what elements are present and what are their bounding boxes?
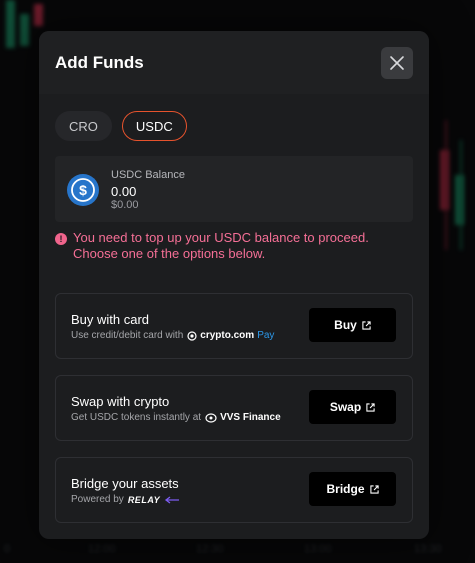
close-icon	[390, 56, 404, 70]
option-subtitle-text: Powered by	[71, 494, 124, 505]
warning-message: You need to top up your USDC balance to …	[73, 230, 369, 261]
add-funds-modal: Add Funds CRO USDC $ USDC Balance 0.00 $…	[39, 31, 429, 539]
swap-button[interactable]: Swap	[309, 390, 396, 424]
tab-usdc[interactable]: USDC	[121, 111, 187, 141]
brand-suffix: Pay	[257, 330, 275, 341]
modal-header: Add Funds	[39, 31, 429, 94]
option-swap-with-crypto: Swap with crypto Get USDC tokens instant…	[55, 375, 413, 441]
crypto-com-icon	[187, 330, 197, 341]
usdc-icon: $	[67, 174, 99, 206]
tab-cro[interactable]: CRO	[55, 111, 112, 141]
option-subtitle: Get USDC tokens instantly at VVS Finance	[71, 412, 281, 423]
external-link-icon	[366, 402, 375, 412]
crypto-com-pay-logo: crypto.com Pay	[187, 330, 274, 341]
currency-tabs: CRO USDC	[55, 111, 187, 141]
option-title: Bridge your assets	[71, 476, 179, 491]
relay-arrow-icon	[165, 495, 180, 504]
option-subtitle-text: Get USDC tokens instantly at	[71, 412, 202, 423]
bridge-button[interactable]: Bridge	[309, 472, 396, 506]
bridge-button-label: Bridge	[326, 482, 365, 496]
option-title: Buy with card	[71, 312, 150, 327]
vvs-icon	[205, 412, 217, 423]
option-buy-with-card: Buy with card Use credit/debit card with…	[55, 293, 413, 359]
external-link-icon	[369, 484, 379, 494]
option-subtitle: Powered by RELAY	[71, 494, 180, 505]
option-title: Swap with crypto	[71, 394, 170, 409]
balance-label: USDC Balance	[111, 169, 185, 181]
balance-card: $ USDC Balance 0.00 $0.00	[55, 156, 413, 222]
external-link-icon	[362, 320, 371, 330]
alert-icon: !	[55, 233, 67, 245]
buy-button-label: Buy	[334, 318, 357, 332]
option-bridge-assets: Bridge your assets Powered by RELAY Brid…	[55, 457, 413, 523]
buy-button[interactable]: Buy	[309, 308, 396, 342]
close-button[interactable]	[381, 47, 413, 79]
option-subtitle: Use credit/debit card with crypto.com Pa…	[71, 330, 274, 341]
swap-button-label: Swap	[329, 400, 362, 414]
vvs-finance-logo: VVS Finance	[205, 412, 281, 423]
balance-amount: 0.00	[111, 184, 137, 199]
brand-name: VVS Finance	[220, 412, 281, 423]
brand-name: crypto.com	[200, 330, 255, 341]
relay-logo: RELAY	[127, 494, 161, 505]
svg-text:$: $	[79, 182, 87, 198]
option-subtitle-text: Use credit/debit card with	[71, 330, 184, 341]
modal-title: Add Funds	[55, 53, 144, 72]
balance-usd-value: $0.00	[111, 199, 139, 211]
